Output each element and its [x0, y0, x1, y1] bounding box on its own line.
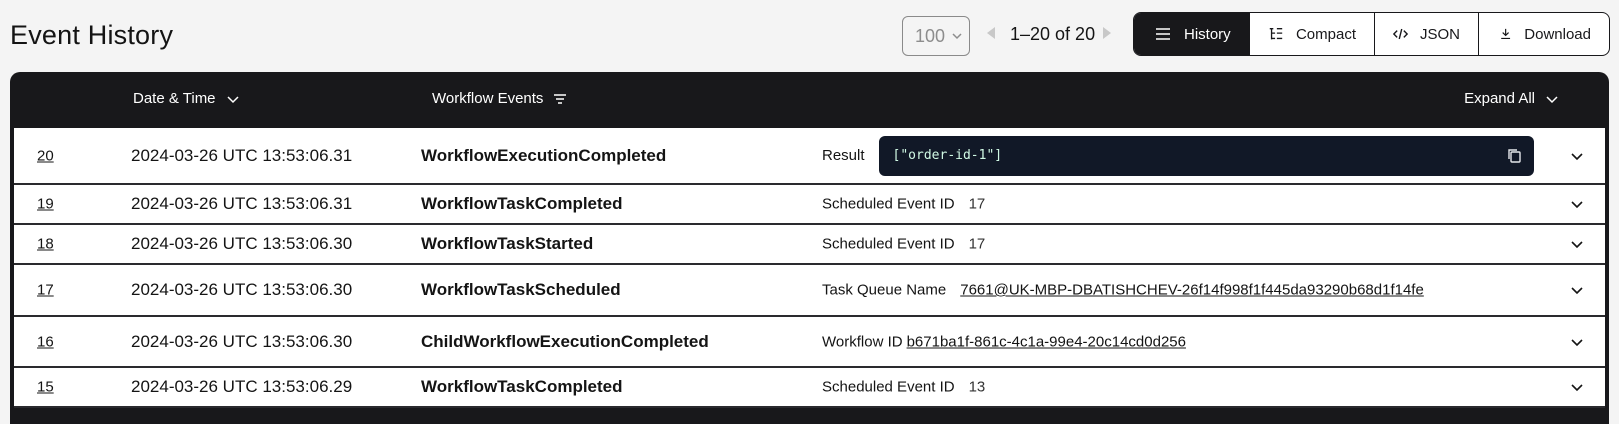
json-view-label: JSON: [1419, 25, 1460, 43]
next-page-icon[interactable]: [1100, 24, 1114, 42]
date-time-header-label: Date & Time: [133, 90, 216, 107]
event-id-link[interactable]: 16: [37, 333, 54, 350]
list-icon: [1156, 28, 1170, 40]
event-id-link[interactable]: 19: [37, 196, 54, 213]
event-date: 2024-03-26 UTC 13:53:06.31: [131, 194, 353, 213]
event-type: WorkflowTaskStarted: [421, 234, 594, 253]
expand-all-button[interactable]: Expand All: [1464, 90, 1559, 107]
expand-row-chevron-icon[interactable]: [1569, 334, 1585, 350]
task-queue-link[interactable]: 7661@UK-MBP-DBATISHCHEV-26f14f998f1f445d…: [960, 282, 1424, 299]
event-date: 2024-03-26 UTC 13:53:06.30: [131, 280, 353, 299]
expand-row-chevron-icon[interactable]: [1569, 196, 1585, 212]
table-header: Date & Time Workflow Events Expand All: [10, 72, 1609, 128]
event-type: WorkflowTaskScheduled: [421, 280, 621, 299]
json-view-button[interactable]: JSON: [1374, 13, 1478, 55]
date-time-column-header[interactable]: Date & Time: [133, 90, 240, 107]
event-date: 2024-03-26 UTC 13:53:06.29: [131, 377, 353, 396]
table-row[interactable]: 20 2024-03-26 UTC 13:53:06.31 WorkflowEx…: [14, 128, 1605, 185]
expand-row-chevron-icon[interactable]: [1569, 282, 1585, 298]
table-body: 20 2024-03-26 UTC 13:53:06.31 WorkflowEx…: [14, 128, 1605, 408]
event-detail: Task Queue Name 7661@UK-MBP-DBATISHCHEV-…: [822, 282, 1424, 299]
compact-view-label: Compact: [1295, 25, 1356, 43]
table-row[interactable]: 18 2024-03-26 UTC 13:53:06.30 WorkflowTa…: [14, 225, 1605, 265]
copy-icon[interactable]: [1506, 148, 1522, 164]
per-page-value: 100: [915, 25, 946, 46]
expand-row-chevron-icon[interactable]: [1569, 236, 1585, 252]
expand-row-chevron-icon[interactable]: [1569, 379, 1585, 395]
event-history-table: Date & Time Workflow Events Expand All 2…: [10, 72, 1609, 424]
detail-label: Result: [822, 147, 865, 164]
event-id-link[interactable]: 15: [37, 379, 54, 396]
detail-label: Task Queue Name: [822, 281, 947, 299]
event-date: 2024-03-26 UTC 13:53:06.31: [131, 145, 353, 165]
event-detail: Scheduled Event ID 17: [822, 236, 985, 253]
tree-icon: [1269, 28, 1283, 40]
detail-value: 17: [968, 235, 986, 253]
filter-icon[interactable]: [553, 92, 567, 106]
page-title: Event History: [10, 20, 174, 50]
history-view-button[interactable]: History: [1134, 13, 1249, 55]
event-id-link[interactable]: 20: [37, 147, 54, 164]
event-detail: Scheduled Event ID 13: [822, 379, 985, 396]
view-toggle-group: History Compact JSON Download: [1133, 12, 1610, 56]
workflow-id-link[interactable]: b671ba1f-861c-4c1a-99e4-20c14cd0d256: [907, 333, 1186, 350]
workflow-events-column-header[interactable]: Workflow Events: [432, 90, 567, 107]
compact-view-button[interactable]: Compact: [1249, 13, 1374, 55]
detail-value: 13: [968, 378, 986, 396]
event-date: 2024-03-26 UTC 13:53:06.30: [131, 331, 353, 351]
history-view-label: History: [1184, 25, 1231, 43]
event-detail: Workflow ID b671ba1f-861c-4c1a-99e4-20c1…: [822, 333, 1186, 350]
detail-label: Workflow ID: [822, 333, 903, 350]
workflow-events-header-label: Workflow Events: [432, 90, 544, 107]
result-code-block: ["order-id-1"]: [878, 135, 1534, 176]
event-type: WorkflowTaskCompleted: [421, 377, 623, 396]
expand-row-chevron-icon[interactable]: [1569, 148, 1585, 164]
event-id-link[interactable]: 17: [37, 282, 54, 299]
chevron-down-icon: [952, 33, 962, 40]
detail-label: Scheduled Event ID: [822, 235, 955, 253]
code-icon: [1393, 28, 1408, 40]
download-button[interactable]: Download: [1478, 13, 1609, 55]
chevron-down-icon: [1546, 95, 1558, 103]
expand-all-label: Expand All: [1464, 90, 1535, 107]
table-row[interactable]: 15 2024-03-26 UTC 13:53:06.29 WorkflowTa…: [14, 368, 1605, 408]
detail-label: Scheduled Event ID: [822, 378, 955, 396]
download-label: Download: [1524, 25, 1591, 43]
event-type: WorkflowTaskCompleted: [421, 194, 623, 213]
download-icon: [1501, 28, 1511, 40]
result-value: ["order-id-1"]: [892, 148, 1003, 163]
per-page-select[interactable]: 100: [902, 16, 970, 56]
event-id-link[interactable]: 18: [37, 236, 54, 253]
detail-label: Scheduled Event ID: [822, 195, 955, 213]
pagination-range: 1–20 of 20: [1010, 24, 1096, 44]
event-detail: Scheduled Event ID 17: [822, 196, 985, 213]
event-detail: Result ["order-id-1"]: [822, 135, 1534, 176]
detail-value: 17: [968, 195, 986, 213]
table-row[interactable]: 17 2024-03-26 UTC 13:53:06.30 WorkflowTa…: [14, 265, 1605, 317]
event-date: 2024-03-26 UTC 13:53:06.30: [131, 234, 353, 253]
previous-page-icon[interactable]: [984, 24, 998, 42]
table-row[interactable]: 19 2024-03-26 UTC 13:53:06.31 WorkflowTa…: [14, 185, 1605, 225]
table-row[interactable]: 16 2024-03-26 UTC 13:53:06.30 ChildWorkf…: [14, 317, 1605, 368]
event-type: ChildWorkflowExecutionCompleted: [421, 331, 709, 351]
chevron-down-icon: [227, 95, 239, 103]
event-type: WorkflowExecutionCompleted: [421, 145, 667, 165]
